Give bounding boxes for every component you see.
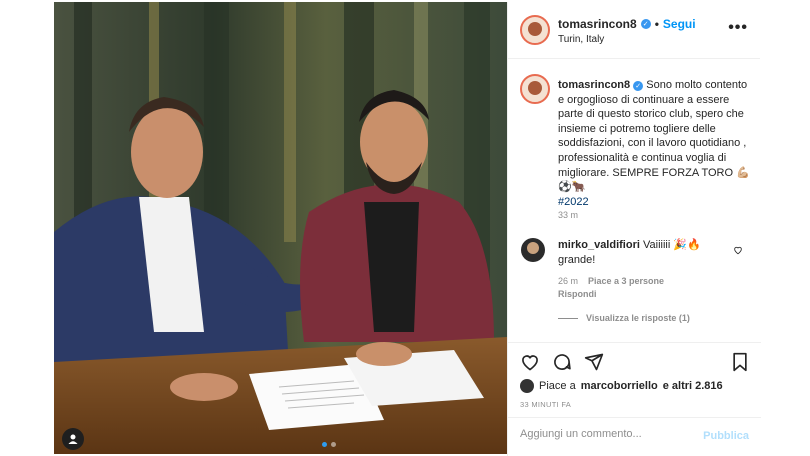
publish-button[interactable]: Pubblica (703, 430, 749, 442)
post-header: tomasrincon8 ✓ • Segui Turin, Italy ••• (508, 2, 760, 59)
carousel-dots (322, 442, 336, 447)
comment-like-button[interactable] (733, 245, 743, 258)
separator-dot: • (654, 17, 659, 31)
user-icon (68, 434, 78, 444)
post-time-ago: 33 MINUTI FA (520, 400, 572, 409)
comment-meta: 26 m Piace a 3 persone (558, 276, 664, 286)
caption-text-block: tomasrincon8 ✓ Sono molto contento e org… (558, 78, 753, 209)
likes-prefix: Piace a (539, 380, 576, 392)
verified-badge-icon: ✓ (633, 81, 644, 92)
caption-author-avatar[interactable] (520, 74, 550, 104)
photo-illustration (54, 2, 507, 454)
comment-timestamp: 26 m (558, 276, 579, 286)
comment-bubble-icon[interactable] (552, 352, 572, 372)
bookmark-icon (733, 352, 747, 372)
heart-outline-icon (734, 246, 742, 255)
liker-avatar[interactable] (520, 379, 534, 393)
post-location[interactable]: Turin, Italy (558, 34, 604, 45)
caption-text: Sono molto contento e orgoglioso di cont… (558, 79, 750, 194)
likes-count[interactable]: e altri 2.816 (663, 380, 723, 392)
commenter-username[interactable]: mirko_valdifiori (558, 239, 640, 251)
tagged-users-button[interactable] (62, 428, 84, 450)
carousel-dot (331, 442, 336, 447)
view-replies-button[interactable]: Visualizza le risposte (1) (558, 313, 690, 323)
carousel-dot (322, 442, 327, 447)
view-replies-label: Visualizza le risposte (1) (586, 313, 690, 323)
action-icons (520, 352, 604, 372)
author-row: tomasrincon8 ✓ • Segui (558, 17, 696, 31)
hashtag-link[interactable]: #2022 (558, 196, 589, 208)
reply-button[interactable]: Rispondi (558, 289, 597, 299)
share-send-icon[interactable] (584, 352, 604, 372)
save-bookmark-button[interactable] (731, 352, 749, 372)
author-username[interactable]: tomasrincon8 (558, 17, 637, 31)
author-avatar[interactable] (520, 15, 550, 45)
more-options-icon[interactable]: ••• (728, 19, 748, 37)
caption-username[interactable]: tomasrincon8 (558, 79, 630, 91)
replies-divider-line (558, 317, 578, 319)
follow-button[interactable]: Segui (663, 17, 696, 31)
like-heart-icon[interactable] (520, 352, 540, 372)
post-side-panel: tomasrincon8 ✓ • Segui Turin, Italy ••• … (507, 2, 761, 456)
post-actions: Piace a marcoborriello e altri 2.816 33 … (508, 342, 761, 417)
comment-text-block: mirko_valdifiori Vaiiiiii 🎉🔥 grande! (558, 238, 728, 267)
verified-badge-icon: ✓ (640, 19, 651, 29)
liker-username[interactable]: marcoborriello (581, 380, 658, 392)
comment-likes-count[interactable]: Piace a 3 persone (588, 276, 664, 286)
caption-timestamp: 33 m (558, 210, 579, 220)
commenter-avatar[interactable] (521, 238, 545, 262)
comment-input[interactable] (520, 428, 690, 440)
add-comment-bar: Pubblica (508, 417, 761, 456)
post-photo[interactable]: › (54, 2, 507, 454)
likes-summary: Piace a marcoborriello e altri 2.816 (520, 379, 723, 393)
